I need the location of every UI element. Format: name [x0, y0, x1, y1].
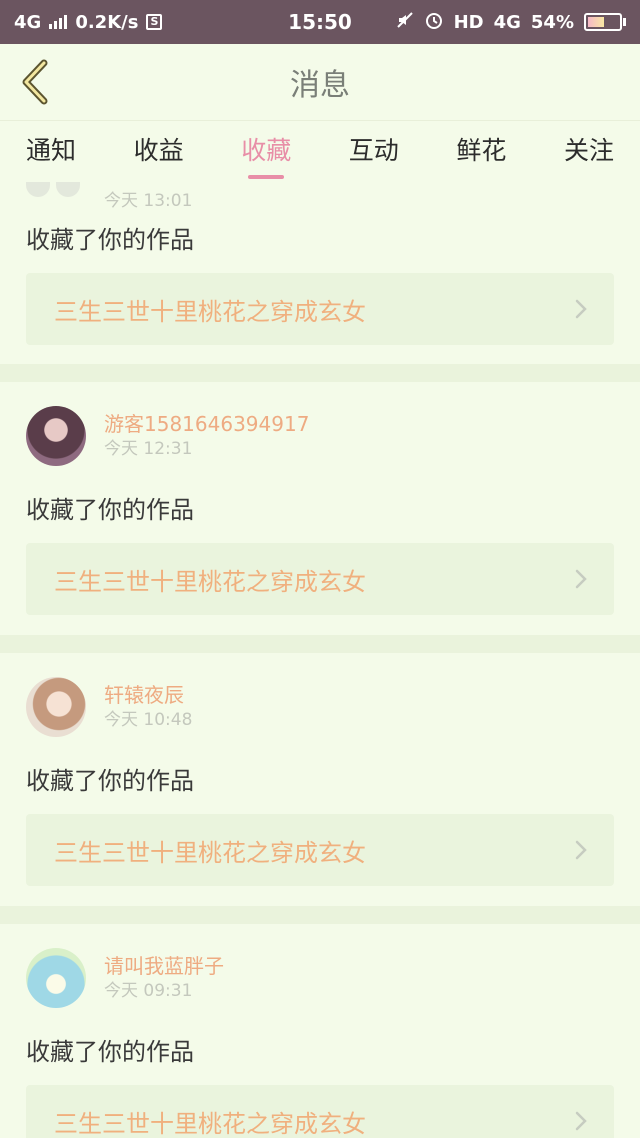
network-label: 4G	[14, 11, 42, 33]
work-link[interactable]: 三生三世十里桃花之穿成玄女	[26, 273, 614, 345]
battery-percent: 54%	[530, 11, 574, 33]
message-card: 游客1581646394917 今天 12:31 收藏了你的作品 三生三世十里桃…	[0, 382, 640, 635]
chevron-right-icon	[575, 299, 587, 319]
work-link[interactable]: 三生三世十里桃花之穿成玄女	[26, 543, 614, 615]
work-title: 三生三世十里桃花之穿成玄女	[54, 297, 366, 326]
hd-label: HD	[453, 11, 484, 33]
message-action: 收藏了你的作品	[26, 1038, 194, 1066]
signal-icon	[49, 15, 68, 29]
tab-flowers[interactable]: 鲜花	[456, 131, 506, 173]
avatar[interactable]	[26, 406, 86, 466]
divider	[0, 364, 640, 382]
tab-earnings[interactable]: 收益	[134, 131, 184, 173]
message-action: 收藏了你的作品	[26, 496, 194, 524]
message-action: 收藏了你的作品	[26, 767, 194, 795]
work-title: 三生三世十里桃花之穿成玄女	[54, 567, 366, 596]
username[interactable]: 游客1581646394917	[104, 411, 309, 437]
battery-icon	[584, 13, 626, 31]
mute-icon	[396, 11, 414, 34]
message-time: 今天 10:48	[104, 710, 193, 730]
work-title: 三生三世十里桃花之穿成玄女	[54, 1109, 366, 1138]
work-title: 三生三世十里桃花之穿成玄女	[54, 838, 366, 867]
username[interactable]: 轩辕夜辰	[104, 682, 192, 708]
work-link[interactable]: 三生三世十里桃花之穿成玄女	[26, 1085, 614, 1138]
tab-interactions[interactable]: 互动	[349, 131, 399, 173]
message-list[interactable]: 今天 13:01 收藏了你的作品 三生三世十里桃花之穿成玄女 游客1581646…	[0, 182, 640, 1138]
chevron-right-icon	[575, 1111, 587, 1131]
divider	[0, 635, 640, 653]
status-bar: 4G 0.2K/s S 15:50 HD 4G 54%	[0, 0, 640, 44]
tab-favorites[interactable]: 收藏	[241, 131, 291, 173]
tab-notifications[interactable]: 通知	[26, 131, 76, 173]
page-title: 消息	[290, 68, 350, 103]
message-card: 请叫我蓝胖子 今天 09:31 收藏了你的作品 三生三世十里桃花之穿成玄女	[0, 924, 640, 1138]
chevron-right-icon	[575, 840, 587, 860]
back-button[interactable]	[14, 58, 54, 106]
divider	[0, 906, 640, 924]
chevron-left-icon	[22, 59, 48, 105]
avatar[interactable]	[26, 182, 86, 207]
nav-bar: 消息	[0, 44, 640, 120]
message-card: 今天 13:01 收藏了你的作品 三生三世十里桃花之穿成玄女	[0, 182, 640, 364]
chevron-right-icon	[575, 569, 587, 589]
s-icon: S	[146, 14, 163, 30]
work-link[interactable]: 三生三世十里桃花之穿成玄女	[26, 814, 614, 886]
message-time: 今天 13:01	[104, 191, 193, 211]
username[interactable]: 请叫我蓝胖子	[104, 953, 224, 979]
avatar[interactable]	[26, 948, 86, 1008]
network-label-right: 4G	[493, 11, 521, 33]
tab-follows[interactable]: 关注	[564, 131, 614, 173]
alarm-icon	[424, 10, 444, 35]
avatar[interactable]	[26, 677, 86, 737]
tab-bar: 通知 收益 收藏 互动 鲜花 关注	[0, 120, 640, 182]
message-time: 今天 09:31	[104, 981, 193, 1001]
message-card: 轩辕夜辰 今天 10:48 收藏了你的作品 三生三世十里桃花之穿成玄女	[0, 653, 640, 906]
network-speed: 0.2K/s	[75, 11, 139, 33]
message-time: 今天 12:31	[104, 439, 193, 459]
